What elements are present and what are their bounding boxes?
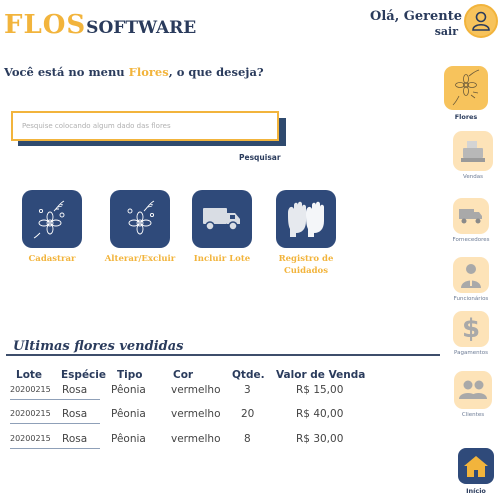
table-row-especie: Rosa — [62, 408, 88, 420]
col-header-lote: Lote — [16, 369, 43, 381]
nav-label-flores: Flores — [454, 113, 478, 121]
register-label: Cadastrar — [28, 254, 76, 264]
gloves-icon — [276, 190, 336, 248]
search-button[interactable]: Pesquisar — [239, 153, 281, 162]
nav-label-clientes: Clientes — [461, 412, 485, 418]
recent-sales-title: Ultimas flores vendidas — [13, 339, 184, 354]
user-avatar-icon[interactable] — [464, 4, 498, 38]
edit-delete-button[interactable]: Alterar/Excluir — [100, 190, 180, 265]
nav-label-funcionarios: Funcionários — [453, 296, 489, 302]
table-row-valor: R$ 15,00 — [296, 384, 344, 396]
table-row-cor: vermelho — [171, 433, 221, 445]
table-row-qtde: 3 — [244, 384, 251, 396]
nav-label-fornecedores: Fornecedores — [452, 237, 490, 243]
current-menu: Flores — [128, 65, 169, 79]
table-row-lote: 20200215 — [10, 385, 51, 394]
table-row-qtde: 20 — [241, 408, 255, 420]
logo-flos: FLOS — [4, 10, 87, 40]
nav-label-pagamentos: Pagamentos — [454, 350, 488, 356]
nav-label-inicio: Início — [466, 487, 486, 495]
flower-sketch-icon — [110, 190, 170, 248]
question-suffix: , o que deseja? — [168, 65, 264, 79]
row-underline — [10, 399, 100, 400]
logout-link[interactable]: sair — [435, 25, 458, 38]
flower-sketch-icon — [22, 190, 82, 248]
truck-icon — [192, 190, 252, 248]
table-row-tipo: Pêonia — [111, 433, 146, 445]
add-batch-button[interactable]: Incluir Lote — [182, 190, 262, 265]
home-icon — [458, 448, 494, 484]
care-record-button[interactable]: Registro de Cuidados — [266, 190, 346, 278]
table-row-cor: vermelho — [171, 384, 221, 396]
table-row-tipo: Pêonia — [111, 384, 146, 396]
table-row-cor: vermelho — [171, 408, 221, 420]
employee-icon — [453, 257, 489, 293]
app-logo: FLOSSOFTWARE — [4, 10, 196, 40]
menu-question: Você está no menu Flores, o que deseja? — [4, 65, 264, 79]
nav-item-flores[interactable]: Flores — [441, 66, 491, 121]
care-record-label: Registro de Cuidados — [278, 254, 334, 277]
cash-register-icon — [453, 131, 493, 171]
table-row-lote: 20200215 — [10, 409, 51, 418]
flower-icon — [444, 66, 488, 110]
col-header-cor: Cor — [173, 369, 194, 381]
register-button[interactable]: Cadastrar — [12, 190, 92, 265]
nav-item-pagamentos[interactable]: $ Pagamentos — [446, 311, 496, 356]
row-underline — [10, 423, 100, 424]
col-header-tipo: Tipo — [117, 369, 143, 381]
edit-delete-label: Alterar/Excluir — [104, 254, 176, 264]
search-input[interactable] — [11, 111, 279, 141]
col-header-especie: Espécie — [61, 369, 107, 381]
col-header-valor: Valor de Venda — [276, 369, 366, 381]
nav-item-vendas[interactable]: Vendas — [448, 131, 498, 180]
nav-item-clientes[interactable]: Clientes — [448, 371, 498, 418]
table-row-especie: Rosa — [62, 433, 88, 445]
clients-icon — [454, 371, 492, 409]
dollar-icon: $ — [453, 311, 489, 347]
truck-icon — [453, 198, 489, 234]
question-prefix: Você está no menu — [4, 65, 129, 79]
table-row-especie: Rosa — [62, 384, 88, 396]
nav-item-inicio[interactable]: Início — [451, 448, 500, 495]
col-header-qtde: Qtde. — [232, 369, 265, 381]
table-row-valor: R$ 40,00 — [296, 408, 344, 420]
nav-label-vendas: Vendas — [463, 174, 483, 180]
table-row-qtde: 8 — [244, 433, 251, 445]
nav-item-funcionarios[interactable]: Funcionários — [446, 257, 496, 302]
user-icon — [472, 11, 490, 31]
table-row-lote: 20200215 — [10, 434, 51, 443]
table-row-valor: R$ 30,00 — [296, 433, 344, 445]
nav-item-fornecedores[interactable]: Fornecedores — [446, 198, 496, 243]
user-greeting: Olá, Gerente — [370, 9, 462, 24]
add-batch-label: Incluir Lote — [193, 254, 251, 264]
row-underline — [10, 448, 100, 449]
title-divider — [6, 354, 440, 356]
table-row-tipo: Pêonia — [111, 408, 146, 420]
logo-software: SOFTWARE — [86, 18, 197, 38]
